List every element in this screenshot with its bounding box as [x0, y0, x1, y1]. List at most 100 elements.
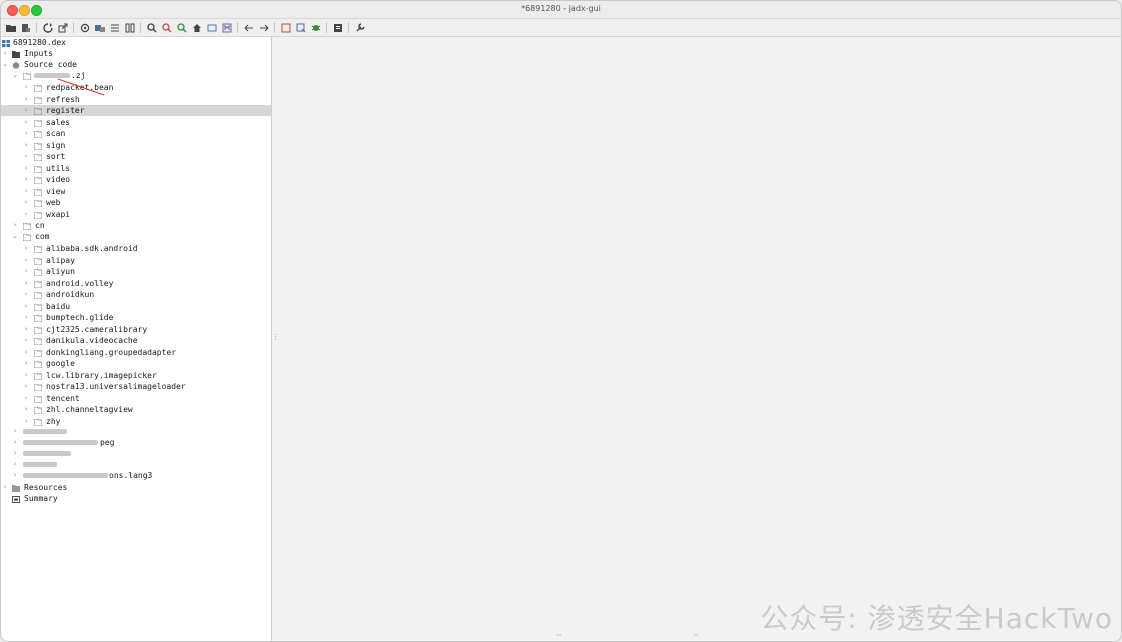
chevron-right-icon[interactable]: ›: [22, 312, 30, 323]
project-tree[interactable]: 6891280.dex › Inputs ⌄ Source code ⌄ .zj…: [1, 37, 272, 641]
chevron-right-icon[interactable]: ›: [1, 482, 9, 493]
tree-node-package[interactable]: › aliyun: [1, 266, 271, 277]
tree-node-inputs[interactable]: › Inputs: [1, 48, 271, 59]
chevron-right-icon[interactable]: ›: [22, 255, 30, 266]
tree-node-package[interactable]: › bumptech.glide: [1, 312, 271, 323]
chevron-right-icon[interactable]: ›: [22, 94, 30, 105]
chevron-right-icon[interactable]: ›: [22, 186, 30, 197]
tree-node-package[interactable]: › google: [1, 358, 271, 369]
decompile-all-icon[interactable]: [93, 21, 106, 34]
tree-node-package[interactable]: › sign: [1, 140, 271, 151]
tree-node-package[interactable]: › zhl.channeltagview: [1, 404, 271, 415]
tree-node-summary[interactable]: Summary: [1, 493, 271, 504]
chevron-right-icon[interactable]: ›: [22, 128, 30, 139]
tree-node-package[interactable]: › web: [1, 197, 271, 208]
tree-node-cn[interactable]: › cn: [1, 220, 271, 231]
forward-icon[interactable]: [257, 21, 270, 34]
tree-node-resources[interactable]: › Resources: [1, 482, 271, 493]
chevron-right-icon[interactable]: ›: [22, 82, 30, 93]
tree-node-package[interactable]: › donkingliang.groupedadapter: [1, 347, 271, 358]
tree-node-package[interactable]: › baidu: [1, 301, 271, 312]
tree-node-package[interactable]: › view: [1, 186, 271, 197]
home-icon[interactable]: [190, 21, 203, 34]
tree-node-obscured-5[interactable]: › ons.lang3: [1, 470, 271, 481]
tree-node-source-code[interactable]: ⌄ Source code: [1, 59, 271, 70]
chevron-right-icon[interactable]: ›: [22, 197, 30, 208]
chevron-right-icon[interactable]: ›: [22, 370, 30, 381]
chevron-right-icon[interactable]: ›: [22, 105, 30, 116]
chevron-right-icon[interactable]: ›: [11, 437, 19, 448]
chevron-right-icon[interactable]: ›: [22, 301, 30, 312]
back-icon[interactable]: [242, 21, 255, 34]
tree-root[interactable]: 6891280.dex: [1, 37, 271, 48]
chevron-right-icon[interactable]: ›: [22, 278, 30, 289]
tree-node-package[interactable]: › zhy: [1, 416, 271, 427]
tree-node-package[interactable]: › danikula.videocache: [1, 335, 271, 346]
tree-node-package[interactable]: › androidkun: [1, 289, 271, 300]
tree-node-package[interactable]: › alipay: [1, 255, 271, 266]
chevron-right-icon[interactable]: ›: [22, 117, 30, 128]
search-icon[interactable]: [145, 21, 158, 34]
chevron-right-icon[interactable]: ›: [22, 163, 30, 174]
export-icon[interactable]: [56, 21, 69, 34]
chevron-down-icon[interactable]: ⌄: [11, 70, 19, 81]
tree-node-com[interactable]: ⌄ com: [1, 231, 271, 242]
tree-node-obscured-4[interactable]: ›: [1, 459, 271, 470]
find-usage-icon[interactable]: [175, 21, 188, 34]
tree-node-package[interactable]: › video: [1, 174, 271, 185]
tree-node-obscured-1[interactable]: ›: [1, 426, 271, 437]
add-files-icon[interactable]: [19, 21, 32, 34]
chevron-right-icon[interactable]: ›: [22, 416, 30, 427]
tree-node-package[interactable]: › scan: [1, 128, 271, 139]
tree-node-package[interactable]: › alibaba.sdk.android: [1, 243, 271, 254]
chevron-down-icon[interactable]: ⌄: [11, 231, 19, 242]
quark-icon[interactable]: [294, 21, 307, 34]
chevron-right-icon[interactable]: ›: [22, 289, 30, 300]
chevron-right-icon[interactable]: ›: [22, 174, 30, 185]
tree-node-package[interactable]: › nostra13.universalimageloader: [1, 381, 271, 392]
resize-handle-icon[interactable]: ⋯: [694, 631, 698, 639]
chevron-right-icon[interactable]: ›: [22, 209, 30, 220]
open-file-icon[interactable]: [4, 21, 17, 34]
chevron-right-icon[interactable]: ›: [22, 324, 30, 335]
preferences-icon[interactable]: [78, 21, 91, 34]
tree-node-package[interactable]: › tencent: [1, 393, 271, 404]
chevron-right-icon[interactable]: ›: [22, 140, 30, 151]
chevron-right-icon[interactable]: ›: [11, 426, 19, 437]
tree-node-package[interactable]: › register: [1, 105, 271, 116]
tree-node-package[interactable]: › sales: [1, 117, 271, 128]
smali-icon[interactable]: [220, 21, 233, 34]
tree-node-obscured-3[interactable]: ›: [1, 448, 271, 459]
find-class-icon[interactable]: [160, 21, 173, 34]
tree-node-package[interactable]: › refresh: [1, 94, 271, 105]
settings-icon[interactable]: [353, 21, 366, 34]
chevron-right-icon[interactable]: ›: [22, 404, 30, 415]
tree-node-package[interactable]: › android.volley: [1, 278, 271, 289]
tree-node-package[interactable]: › sort: [1, 151, 271, 162]
chevron-right-icon[interactable]: ›: [1, 48, 9, 59]
chevron-right-icon[interactable]: ›: [11, 220, 19, 231]
tree-node-package[interactable]: › redpacket.bean: [1, 82, 271, 93]
chevron-right-icon[interactable]: ›: [22, 381, 30, 392]
deobfuscation-icon[interactable]: [279, 21, 292, 34]
log-viewer-icon[interactable]: [331, 21, 344, 34]
reload-icon[interactable]: [41, 21, 54, 34]
chevron-right-icon[interactable]: ›: [22, 358, 30, 369]
chevron-right-icon[interactable]: ›: [22, 393, 30, 404]
tree-node-package[interactable]: › cjt2325.cameralibrary: [1, 324, 271, 335]
flatten-icon[interactable]: [123, 21, 136, 34]
chevron-right-icon[interactable]: ›: [11, 448, 19, 459]
chevron-down-icon[interactable]: ⌄: [1, 59, 9, 70]
resize-handle-icon[interactable]: ⋯: [557, 631, 561, 639]
editor-area[interactable]: 公众号: 渗透安全HackTwo: [272, 37, 1121, 641]
splitter-handle[interactable]: ⋮: [272, 333, 279, 343]
chevron-right-icon[interactable]: ›: [22, 266, 30, 277]
tree-node-package[interactable]: › lcw.library.imagepicker: [1, 370, 271, 381]
sync-icon[interactable]: [108, 21, 121, 34]
tree-node-obscured-2[interactable]: › peg: [1, 437, 271, 448]
chevron-right-icon[interactable]: ›: [22, 335, 30, 346]
tree-node-package[interactable]: › wxapi: [1, 209, 271, 220]
log-icon[interactable]: [205, 21, 218, 34]
chevron-right-icon[interactable]: ›: [11, 470, 19, 481]
tree-node-package-zj[interactable]: ⌄ .zj: [1, 70, 271, 81]
